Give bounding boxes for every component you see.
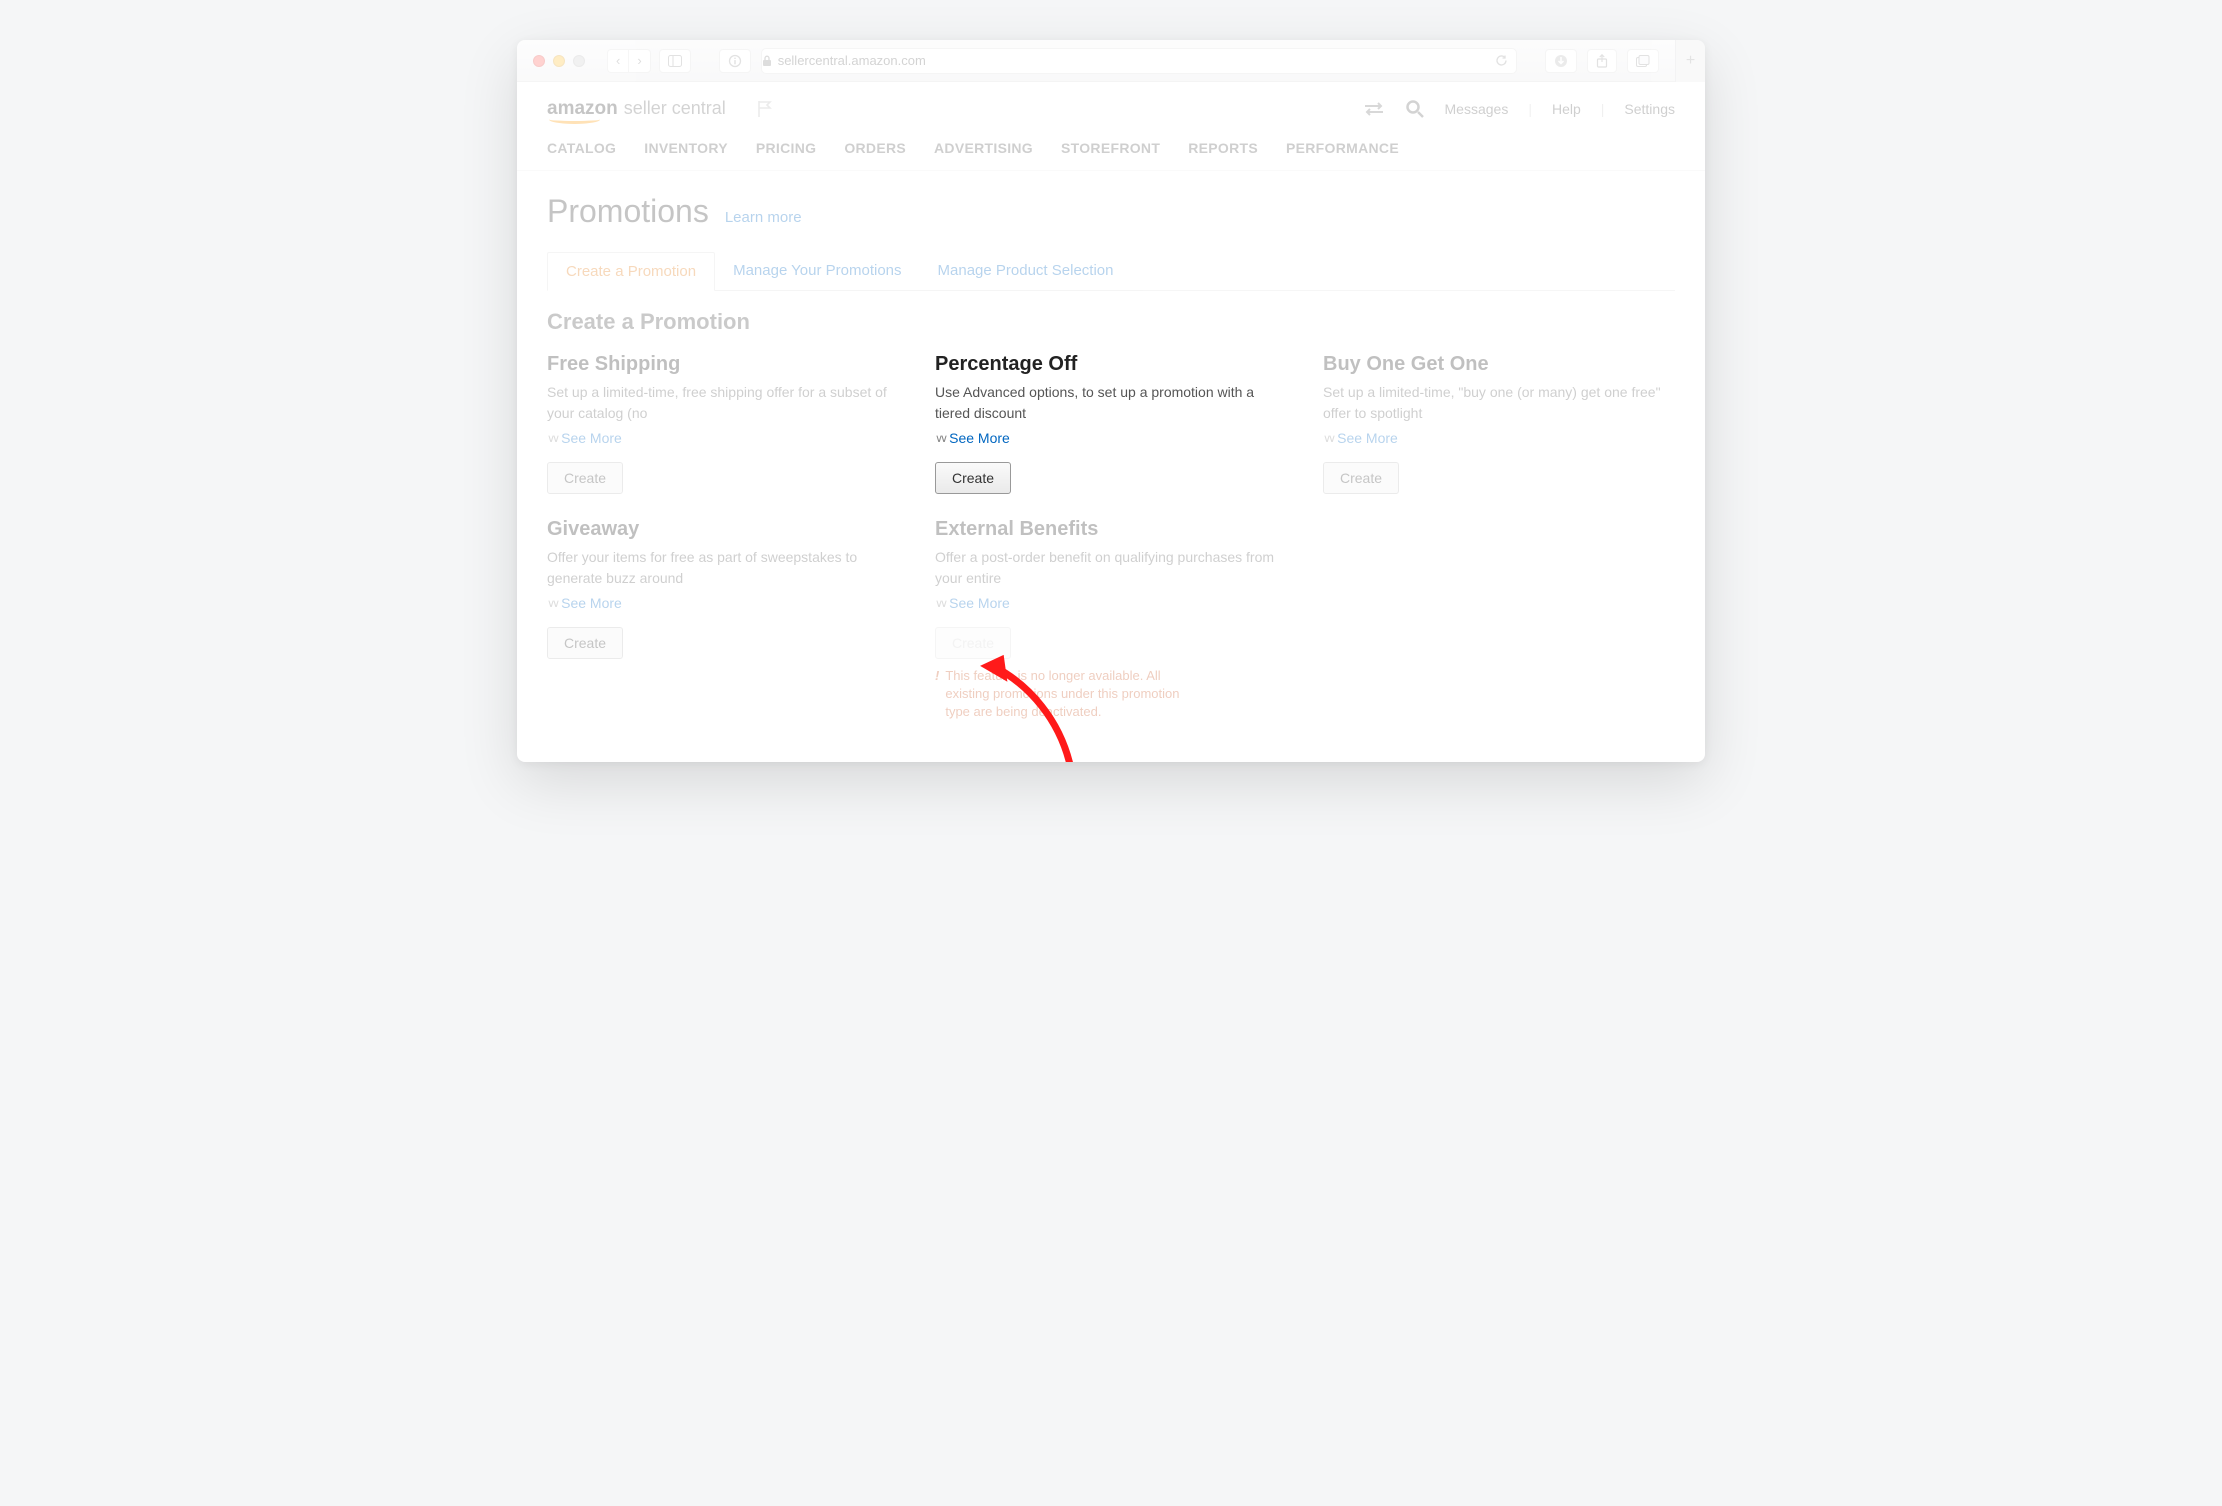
tab-create-promotion[interactable]: Create a Promotion <box>547 252 715 291</box>
downloads-button[interactable] <box>1545 49 1577 73</box>
create-button-bogo[interactable]: Create <box>1323 462 1399 494</box>
card-title: External Benefits <box>935 518 1287 541</box>
nav-catalog[interactable]: CATALOG <box>547 140 616 156</box>
tabs-button[interactable] <box>1627 49 1659 73</box>
tab-manage-product-selection[interactable]: Manage Product Selection <box>920 252 1132 290</box>
page-title: Promotions <box>547 193 709 230</box>
nav-buttons: ‹ › <box>607 49 651 73</box>
lock-icon <box>762 55 772 67</box>
create-button-free-shipping[interactable]: Create <box>547 462 623 494</box>
create-button-external-benefits: Create <box>935 627 1011 659</box>
logo-sub: seller central <box>624 98 726 119</box>
chevron-down-icon: ∨∨ <box>547 597 557 610</box>
card-title: Free Shipping <box>547 353 899 376</box>
browser-window: ‹ › sellercentral.amazon.com <box>517 40 1705 762</box>
new-tab-button[interactable]: + <box>1675 40 1705 82</box>
sidebar-toggle[interactable] <box>659 49 691 73</box>
see-more-link[interactable]: ∨∨ See More <box>935 595 1287 611</box>
chevron-down-icon: ∨∨ <box>935 432 945 445</box>
card-title: Giveaway <box>547 518 899 541</box>
logo-brand: amazon <box>547 98 618 120</box>
reload-icon[interactable] <box>1495 54 1508 67</box>
forward-button[interactable]: › <box>628 49 650 73</box>
learn-more-link[interactable]: Learn more <box>725 209 802 226</box>
promotion-tabs: Create a Promotion Manage Your Promotion… <box>547 252 1675 291</box>
see-more-link[interactable]: ∨∨ See More <box>547 595 899 611</box>
privacy-report-button[interactable] <box>719 49 751 73</box>
card-description: Set up a limited-time, "buy one (or many… <box>1323 382 1675 424</box>
card-description: Offer your items for free as part of swe… <box>547 547 899 589</box>
minimize-window-icon[interactable] <box>553 55 565 67</box>
switch-icon[interactable] <box>1363 101 1385 117</box>
tab-manage-promotions[interactable]: Manage Your Promotions <box>715 252 919 290</box>
card-external-benefits: External Benefits Offer a post-order ben… <box>935 518 1287 722</box>
nav-advertising[interactable]: ADVERTISING <box>934 140 1033 156</box>
share-button[interactable] <box>1587 49 1617 73</box>
settings-link[interactable]: Settings <box>1624 101 1675 117</box>
create-button-giveaway[interactable]: Create <box>547 627 623 659</box>
back-button[interactable]: ‹ <box>607 49 628 73</box>
chevron-down-icon: ∨∨ <box>935 597 945 610</box>
card-percentage-off: Percentage Off Use Advanced options, to … <box>935 353 1287 494</box>
content-area: Promotions Learn more Create a Promotion… <box>517 171 1705 762</box>
main-nav: CATALOG INVENTORY PRICING ORDERS ADVERTI… <box>517 130 1705 171</box>
section-title: Create a Promotion <box>547 309 1675 335</box>
app-header: amazon seller central Messages | Help | … <box>517 82 1705 130</box>
nav-performance[interactable]: PERFORMANCE <box>1286 140 1399 156</box>
nav-inventory[interactable]: INVENTORY <box>644 140 728 156</box>
nav-reports[interactable]: REPORTS <box>1188 140 1258 156</box>
address-bar[interactable]: sellercentral.amazon.com <box>761 48 1517 74</box>
card-giveaway: Giveaway Offer your items for free as pa… <box>547 518 899 722</box>
see-more-link[interactable]: ∨∨ See More <box>935 430 1287 446</box>
card-title: Buy One Get One <box>1323 353 1675 376</box>
messages-link[interactable]: Messages <box>1445 101 1509 117</box>
nav-orders[interactable]: ORDERS <box>844 140 906 156</box>
nav-storefront[interactable]: STOREFRONT <box>1061 140 1160 156</box>
browser-titlebar: ‹ › sellercentral.amazon.com <box>517 40 1705 82</box>
promotion-grid: Free Shipping Set up a limited-time, fre… <box>547 353 1675 722</box>
chevron-down-icon: ∨∨ <box>1323 432 1333 445</box>
close-window-icon[interactable] <box>533 55 545 67</box>
card-buy-one-get-one: Buy One Get One Set up a limited-time, "… <box>1323 353 1675 494</box>
card-description: Use Advanced options, to set up a promot… <box>935 382 1287 424</box>
see-more-link[interactable]: ∨∨ See More <box>1323 430 1675 446</box>
card-title: Percentage Off <box>935 353 1287 376</box>
help-link[interactable]: Help <box>1552 101 1581 117</box>
warning-icon: ! <box>935 667 939 722</box>
card-description: Offer a post-order benefit on qualifying… <box>935 547 1287 589</box>
nav-pricing[interactable]: PRICING <box>756 140 816 156</box>
maximize-window-icon[interactable] <box>573 55 585 67</box>
card-free-shipping: Free Shipping Set up a limited-time, fre… <box>547 353 899 494</box>
see-more-link[interactable]: ∨∨ See More <box>547 430 899 446</box>
window-controls <box>533 55 585 67</box>
amazon-seller-central-logo[interactable]: amazon seller central <box>547 98 726 120</box>
create-button-percentage-off[interactable]: Create <box>935 462 1011 494</box>
search-icon[interactable] <box>1405 99 1425 119</box>
chevron-down-icon: ∨∨ <box>547 432 557 445</box>
url-host: sellercentral.amazon.com <box>778 53 926 68</box>
warning-message: ! This feature is no longer available. A… <box>935 667 1195 722</box>
warning-text: This feature is no longer available. All… <box>945 667 1195 722</box>
card-description: Set up a limited-time, free shipping off… <box>547 382 899 424</box>
flag-icon[interactable] <box>756 99 774 119</box>
